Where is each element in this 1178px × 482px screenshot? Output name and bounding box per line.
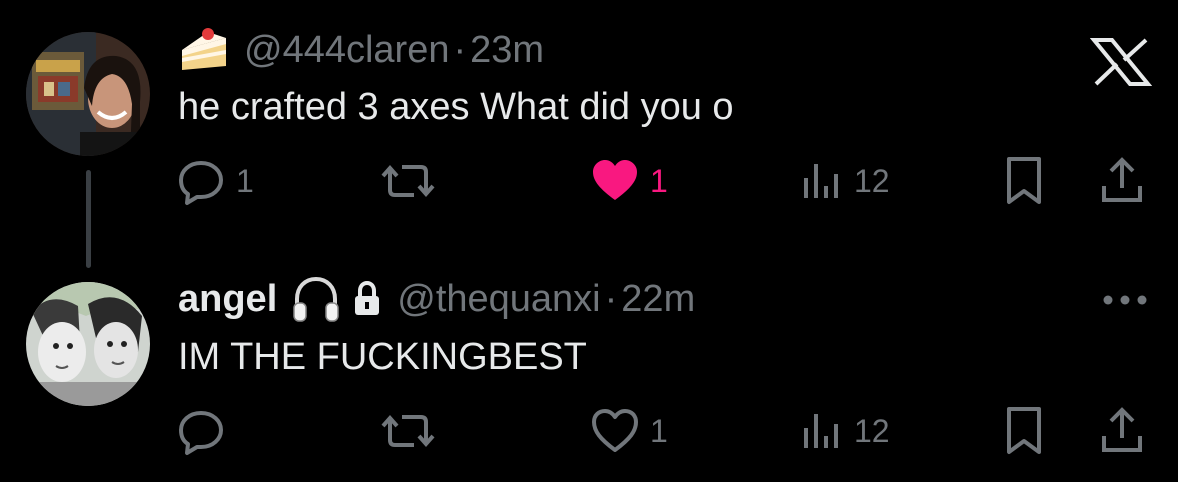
tweet-text: IM THE FUCKINGBEST <box>178 336 587 378</box>
reply-icon <box>176 156 226 206</box>
like-count: 1 <box>650 162 668 199</box>
views-icon <box>800 406 844 456</box>
user-handle[interactable]: @thequanxi <box>397 278 600 321</box>
retweet-icon <box>380 156 436 206</box>
tweet-header: @444claren · 23m <box>178 26 544 74</box>
bookmark-button[interactable] <box>1004 406 1044 456</box>
views-icon <box>800 156 844 206</box>
like-button[interactable]: 1 <box>590 406 668 456</box>
separator: · <box>604 277 618 320</box>
views-button[interactable]: 12 <box>800 156 890 206</box>
timestamp[interactable]: 23m <box>470 29 544 72</box>
user-handle[interactable]: @444claren <box>244 29 449 72</box>
like-count: 1 <box>650 412 668 449</box>
like-button[interactable]: 1 <box>590 156 668 206</box>
bookmark-icon <box>1004 156 1044 206</box>
headphones-icon <box>291 275 341 323</box>
lock-icon <box>353 280 381 317</box>
display-name[interactable]: angel <box>178 278 277 321</box>
share-button[interactable] <box>1100 156 1144 206</box>
reply-count: 1 <box>236 162 254 199</box>
separator: · <box>453 28 467 71</box>
share-icon <box>1100 156 1144 206</box>
tweet-text: he crafted 3 axes What did you o <box>178 86 734 128</box>
views-button[interactable]: 12 <box>800 406 890 456</box>
retweet-button[interactable] <box>380 406 446 456</box>
retweet-button[interactable] <box>380 156 446 206</box>
views-count: 12 <box>854 412 890 449</box>
avatar[interactable] <box>26 32 150 156</box>
reply-button[interactable]: 1 <box>176 156 254 206</box>
timestamp[interactable]: 22m <box>621 278 695 321</box>
avatar[interactable] <box>26 282 150 406</box>
reply-button[interactable] <box>176 406 236 456</box>
retweet-icon <box>380 406 436 456</box>
views-count: 12 <box>854 162 890 199</box>
x-close-icon[interactable] <box>1089 38 1153 86</box>
more-options-icon[interactable] <box>1100 292 1150 308</box>
share-button[interactable] <box>1100 406 1144 456</box>
tweet-actions: 1 12 <box>0 406 1178 456</box>
tweet-header: angel @thequanxi · 22m <box>178 275 695 323</box>
tweet-actions: 1 1 12 <box>0 156 1178 206</box>
heart-outline-icon <box>590 406 640 456</box>
heart-filled-icon <box>590 156 640 206</box>
bookmark-button[interactable] <box>1004 156 1044 206</box>
reply-icon <box>176 406 226 456</box>
share-icon <box>1100 406 1144 456</box>
bookmark-icon <box>1004 406 1044 456</box>
cake-icon <box>178 26 230 74</box>
